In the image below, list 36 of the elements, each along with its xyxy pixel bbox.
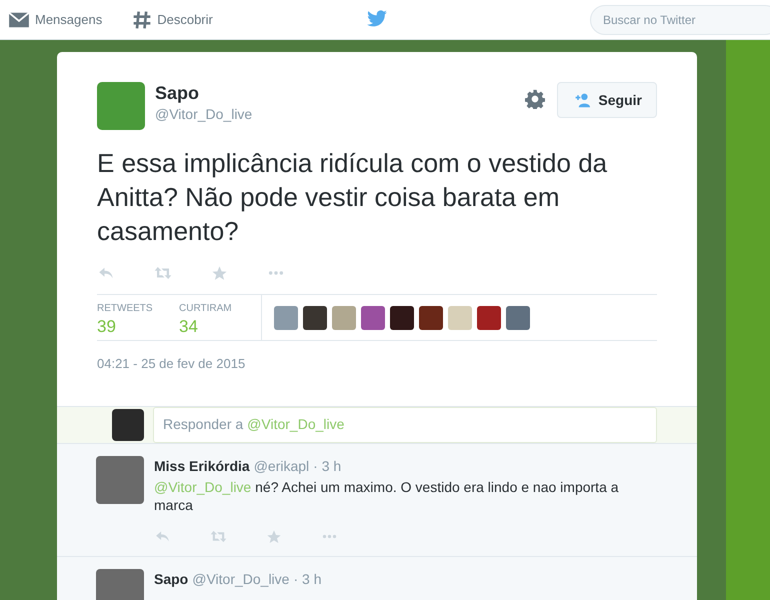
reply-author-name[interactable]: Miss Erikórdia xyxy=(154,456,250,476)
author-handle[interactable]: @Vitor_Do_live xyxy=(155,104,252,125)
reply-placeholder: Responder a xyxy=(163,415,244,434)
nav-link[interactable]: Mensagens xyxy=(8,10,102,30)
reply-time[interactable]: · 3 h xyxy=(313,456,342,476)
reply-time[interactable]: · 3 h xyxy=(293,568,322,590)
stat-value[interactable]: 39 xyxy=(97,316,179,338)
follow-button[interactable]: Seguir xyxy=(557,82,657,118)
reply-author-handle[interactable]: @Vitor_Do_live xyxy=(192,568,290,590)
liker-avatar[interactable] xyxy=(419,306,443,330)
hashtag-icon xyxy=(132,10,152,30)
liker-avatar[interactable] xyxy=(477,306,501,330)
retweet-icon[interactable] xyxy=(209,528,228,545)
mention-link[interactable]: @Vitor_Do_live xyxy=(247,414,344,435)
nav-link[interactable]: Descobrir xyxy=(132,10,213,30)
star-icon[interactable] xyxy=(211,264,228,282)
reply-text: @Vitor_Do_live né? Achei um maximo. O vestido era lindo e nao importa a marca xyxy=(154,478,620,514)
stat-label[interactable]: CURTIRAM xyxy=(179,301,261,316)
author-name[interactable]: Sapo xyxy=(155,82,252,104)
envelope-icon xyxy=(8,10,30,28)
settings-icon[interactable] xyxy=(525,89,546,109)
reply-author-handle[interactable]: @erikapl xyxy=(254,456,310,476)
bird-logo-icon[interactable] xyxy=(366,10,388,28)
reply-author-name[interactable]: Sapo xyxy=(154,568,188,590)
liker-avatar[interactable] xyxy=(303,306,327,330)
user-avatar xyxy=(112,408,144,440)
stat-value[interactable]: 34 xyxy=(179,316,261,338)
tweet-timestamp[interactable]: 04:21 - 25 de fev de 2015 xyxy=(97,354,657,374)
reply-field[interactable]: Responder a @Vitor_Do_live xyxy=(153,406,657,442)
mention-link[interactable]: @Vitor_Do_live xyxy=(154,478,252,494)
search-field[interactable]: Buscar no Twitter xyxy=(590,4,770,34)
retweet-icon[interactable] xyxy=(153,264,173,282)
stat-label[interactable]: RETWEETS xyxy=(97,301,179,316)
tweet-text: E essa implicância ridícula com o vestido da Anitta? Não pode vestir coisa barata em casamento? xyxy=(97,147,608,248)
star-icon[interactable] xyxy=(266,528,282,544)
liker-avatar[interactable] xyxy=(390,306,414,330)
